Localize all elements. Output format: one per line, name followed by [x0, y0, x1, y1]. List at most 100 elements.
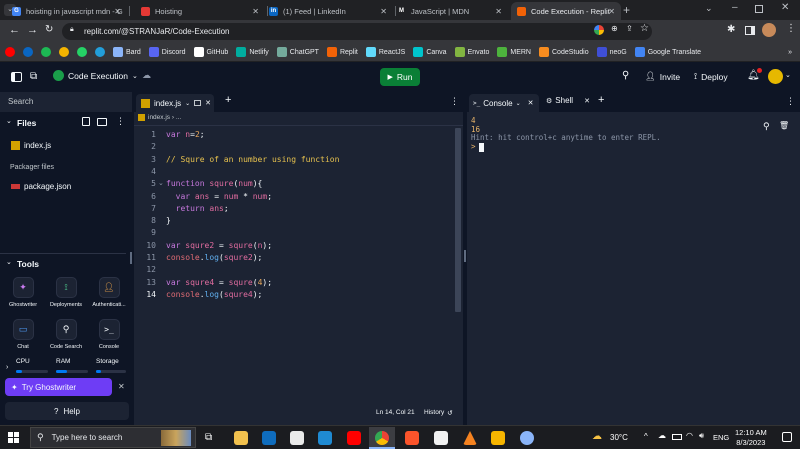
bookmark-item[interactable]: ChatGPT: [276, 47, 319, 57]
bookmark-item[interactable]: [59, 47, 69, 57]
sidepanel-icon[interactable]: [745, 26, 755, 35]
forward-icon[interactable]: →: [27, 24, 38, 36]
task-view-icon[interactable]: ⧉: [205, 432, 212, 443]
weather-icon[interactable]: ☁︎: [592, 431, 602, 442]
close-tab-icon[interactable]: ✕: [205, 99, 211, 107]
tools-chevron-icon[interactable]: ⌄: [6, 258, 12, 266]
show-hidden-icons-icon[interactable]: ^: [644, 432, 648, 441]
pane-resize-handle[interactable]: [464, 250, 466, 262]
history-button[interactable]: History ↺: [424, 409, 453, 417]
file-explorer-icon[interactable]: [234, 431, 248, 445]
browser-tab[interactable]: M JavaScript | MDN ✕: [391, 2, 508, 20]
deploy-button[interactable]: ⟟ Deploy: [694, 71, 728, 82]
sidebar-search-input[interactable]: Search: [0, 92, 132, 112]
notifications-icon[interactable]: [782, 432, 792, 442]
new-tab-button[interactable]: +: [623, 3, 630, 17]
user-menu-chevron-icon[interactable]: ⌄: [785, 71, 791, 79]
bookmark-item[interactable]: ReactJS: [365, 47, 405, 57]
help-button[interactable]: ? Help: [5, 402, 129, 420]
onedrive-icon[interactable]: ☁︎: [658, 431, 666, 440]
resources-chevron-icon[interactable]: ›: [6, 364, 8, 371]
code-area[interactable]: 1 var n=2; 2 3 // Squre of an number using f…: [134, 126, 454, 401]
bookmark-star-icon[interactable]: ☆: [640, 23, 649, 34]
mail-icon[interactable]: [262, 431, 276, 445]
bookmark-item[interactable]: Google Translate: [634, 47, 701, 57]
close-tab-icon[interactable]: ✕: [608, 7, 615, 16]
search-icon[interactable]: ⚲: [622, 70, 629, 81]
new-editor-tab-button[interactable]: +: [225, 94, 231, 106]
vlc-icon[interactable]: [463, 431, 477, 445]
notion-icon[interactable]: [434, 431, 448, 445]
google-lens-icon[interactable]: [594, 25, 604, 35]
share-icon[interactable]: ⇪: [626, 24, 633, 33]
brave-icon[interactable]: [405, 431, 419, 445]
bookmark-item[interactable]: Netlify: [236, 47, 269, 57]
tool-chat[interactable]: ▭ Chat: [3, 319, 43, 350]
close-tab-icon[interactable]: ✕: [380, 7, 387, 16]
language-indicator[interactable]: ENG: [713, 433, 729, 442]
new-file-icon[interactable]: [82, 117, 90, 126]
console-menu-kebab-icon[interactable]: ⋮: [786, 96, 795, 107]
console-output[interactable]: 4 16 Hint: hit control+c anytime to ente…: [471, 116, 661, 152]
tab-layout-icon[interactable]: [194, 100, 202, 106]
tool-code-search[interactable]: ⚲ Code Search: [46, 319, 86, 350]
settings-icon[interactable]: [520, 431, 534, 445]
wifi-icon[interactable]: ◠: [686, 431, 693, 440]
install-app-icon[interactable]: ⊕: [611, 24, 618, 33]
address-bar[interactable]: 🔒︎ replit.com/@STRANJaR/Code-Execution ⊕…: [62, 23, 652, 40]
windows-start-icon[interactable]: [8, 432, 19, 443]
profile-avatar[interactable]: [762, 23, 776, 37]
browser-tab[interactable]: in (1) Feed | LinkedIn ✕: [263, 2, 393, 20]
fold-chevron-icon[interactable]: ⌄: [158, 179, 164, 187]
vscode-icon[interactable]: [318, 431, 332, 445]
tab-console[interactable]: >_ Console ⌄ ✕: [469, 94, 539, 112]
bookmarks-more-icon[interactable]: »: [788, 49, 792, 56]
sidebar-toggle-icon[interactable]: [11, 72, 22, 82]
bookmark-item[interactable]: MERN: [497, 47, 531, 57]
reload-icon[interactable]: ↻: [45, 24, 53, 35]
tab-dropdown-icon[interactable]: ⌄: [516, 100, 521, 107]
volume-icon[interactable]: 🔊︎: [699, 431, 704, 441]
history-cloud-icon[interactable]: ☁︎: [142, 70, 151, 81]
invite-button[interactable]: 👤︎ Invite: [645, 71, 680, 82]
bookmark-item[interactable]: Canva: [413, 47, 447, 57]
extensions-icon[interactable]: ✱: [727, 24, 735, 35]
browser-tab[interactable]: Hoisting ✕: [135, 2, 265, 20]
file-item-index-js[interactable]: index.js: [4, 137, 128, 153]
tab-dropdown-icon[interactable]: ⌄: [185, 100, 190, 107]
bookmark-item[interactable]: Bard: [113, 47, 141, 57]
try-ghostwriter-button[interactable]: ✦ Try Ghostwriter: [5, 378, 112, 396]
tab-shell[interactable]: ⚙︎ Shell ✕: [546, 96, 590, 105]
close-tab-icon[interactable]: ✕: [252, 7, 259, 16]
bookmark-item[interactable]: neoG: [596, 47, 627, 57]
files-chevron-icon[interactable]: ⌄: [6, 117, 12, 125]
youtube-icon[interactable]: [347, 431, 361, 445]
editor-tab-index-js[interactable]: index.js ⌄ ✕: [136, 94, 214, 112]
bookmark-item[interactable]: [23, 47, 33, 57]
back-icon[interactable]: ←: [9, 24, 20, 36]
repl-title-button[interactable]: Code Execution ⌄: [53, 70, 138, 81]
tool-console[interactable]: >_ Console: [89, 319, 129, 350]
close-tab-icon[interactable]: ✕: [495, 7, 502, 16]
dismiss-ghostwriter-icon[interactable]: ✕: [118, 382, 125, 391]
tab-search-icon[interactable]: ⌄: [705, 3, 713, 14]
close-window-button[interactable]: ✕: [781, 2, 789, 13]
bookmark-item[interactable]: CodeStudio: [539, 47, 589, 57]
taskbar-search[interactable]: ⚲ Type here to search: [30, 427, 196, 448]
store-icon[interactable]: [290, 431, 304, 445]
weather-temp[interactable]: 30°C: [610, 433, 628, 442]
tool-ghostwriter[interactable]: ✦ Ghostwriter: [3, 277, 43, 308]
run-button[interactable]: ▶ Run: [380, 68, 420, 86]
bookmark-item[interactable]: [5, 47, 15, 57]
chrome-icon[interactable]: [375, 431, 389, 445]
console-search-icon[interactable]: ⚲: [763, 121, 770, 132]
replit-logo-icon[interactable]: ⧉: [30, 71, 37, 82]
close-tab-icon[interactable]: ✕: [114, 7, 121, 16]
files-menu-kebab-icon[interactable]: ⋮: [116, 116, 125, 127]
clock[interactable]: 12:10 AM 8/3/2023: [735, 428, 767, 448]
bookmark-item[interactable]: Discord: [148, 47, 186, 57]
bookmark-item[interactable]: [95, 47, 105, 57]
bookmark-item[interactable]: [77, 47, 87, 57]
new-folder-icon[interactable]: [97, 118, 107, 126]
clear-console-icon[interactable]: 🗑︎: [779, 121, 789, 130]
